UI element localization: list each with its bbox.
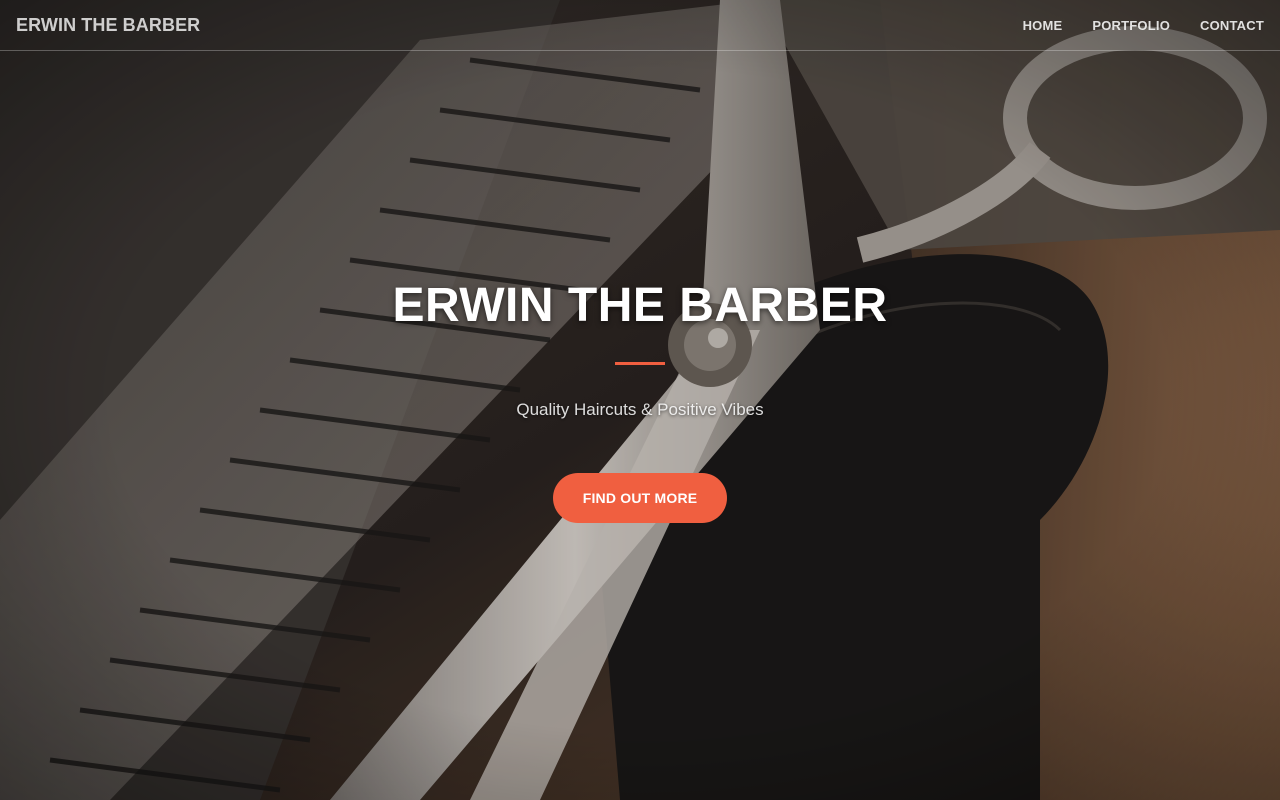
nav-link-contact[interactable]: CONTACT: [1200, 18, 1264, 33]
top-navbar: ERWIN THE BARBER HOME PORTFOLIO CONTACT: [0, 0, 1280, 51]
nav-link-home[interactable]: HOME: [1023, 18, 1063, 33]
brand-logo-link[interactable]: ERWIN THE BARBER: [16, 15, 200, 36]
hero-section: ERWIN THE BARBER HOME PORTFOLIO CONTACT …: [0, 0, 1280, 800]
main-nav: HOME PORTFOLIO CONTACT: [1023, 18, 1264, 33]
title-divider: [615, 362, 665, 365]
nav-link-portfolio[interactable]: PORTFOLIO: [1092, 18, 1170, 33]
hero-subtitle: Quality Haircuts & Positive Vibes: [516, 400, 764, 419]
find-out-more-button[interactable]: FIND OUT MORE: [553, 473, 727, 523]
hero-content: ERWIN THE BARBER Quality Haircuts & Posi…: [0, 0, 1280, 800]
hero-title: ERWIN THE BARBER: [392, 279, 888, 332]
